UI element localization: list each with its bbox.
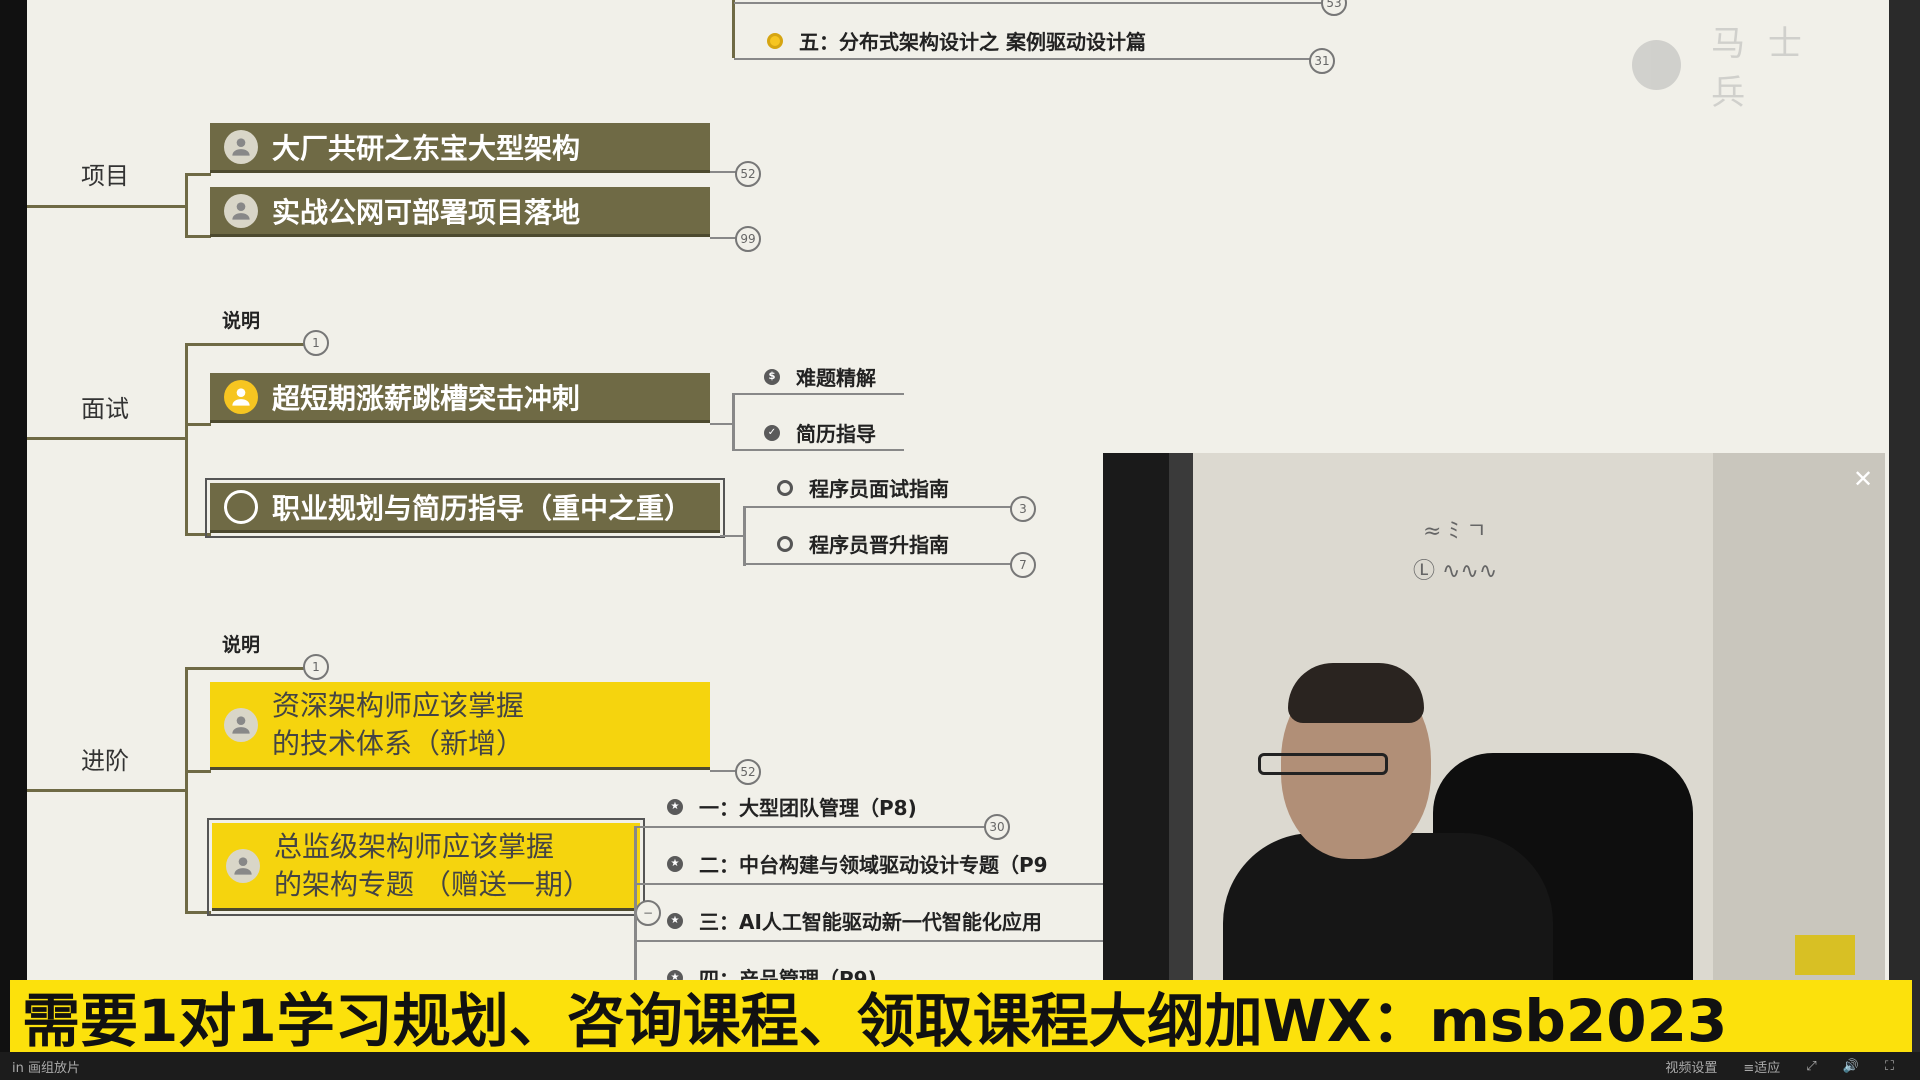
star-icon: ★: [667, 798, 683, 815]
promo-banner: 需要1对1学习规划、咨询课程、领取课程大纲加WX：msb2023: [10, 980, 1912, 1052]
fullscreen-icon[interactable]: ⛶: [1885, 1059, 1894, 1074]
star-icon: ★: [667, 855, 683, 872]
user-icon: [226, 848, 260, 883]
node-deployable-project[interactable]: 实战公网可部署项目落地: [210, 187, 710, 237]
node-senior-architect-tech[interactable]: 资深架构师应该掌握 的技术体系（新增）: [210, 682, 710, 770]
glasses: [1258, 753, 1388, 775]
note-label[interactable]: 说明: [222, 306, 260, 333]
person-body: [1223, 833, 1553, 985]
user-icon: [224, 129, 258, 164]
check-icon: ✓: [764, 424, 780, 441]
expand-icon[interactable]: ⤢: [1806, 1059, 1816, 1074]
sub-ai-applications[interactable]: ★ 三：AI人工智能驱动新一代智能化应用: [667, 906, 1042, 935]
collapse-toggle[interactable]: −: [635, 900, 661, 926]
note-label[interactable]: 说明: [222, 630, 260, 657]
status-text: in 画组放片: [12, 1060, 80, 1076]
count-badge: 53: [1321, 0, 1347, 16]
sub-middle-platform-ddd[interactable]: ★ 二：中台构建与领域驱动设计专题（P9: [667, 849, 1048, 878]
circle-icon: [224, 489, 258, 524]
scroll-edge: [1889, 0, 1920, 1052]
count-badge: 52: [735, 759, 761, 785]
dollar-icon: $: [764, 368, 780, 385]
fit-button[interactable]: ≡适应: [1743, 1057, 1780, 1076]
close-icon[interactable]: ✕: [1850, 465, 1876, 493]
topic-advanced[interactable]: 进阶: [81, 741, 129, 776]
sub-resume-guide[interactable]: ✓ 简历指导: [764, 418, 876, 447]
count-badge: 1: [303, 654, 329, 680]
node-director-architect-topics[interactable]: 总监级架构师应该掌握 的架构专题 （赠送一期）: [207, 818, 645, 916]
node-dongbao-architecture[interactable]: 大厂共研之东宝大型架构: [210, 123, 710, 173]
user-icon: [224, 193, 258, 228]
count-badge: 52: [735, 161, 761, 187]
video-settings-button[interactable]: 视频设置: [1665, 1057, 1717, 1076]
sub-hard-problems[interactable]: $ 难题精解: [764, 362, 876, 391]
play-icon: [1632, 40, 1682, 90]
user-icon: [224, 707, 258, 742]
brand-logo: 马 士 兵: [1632, 24, 1862, 113]
count-badge: 30: [984, 814, 1010, 840]
node-career-planning[interactable]: 职业规划与简历指导（重中之重）: [205, 478, 725, 538]
count-badge: 3: [1010, 496, 1036, 522]
node-short-term-sprint[interactable]: 超短期涨薪跳槽突击冲刺: [210, 373, 710, 423]
count-badge: 7: [1010, 552, 1036, 578]
player-bottom-bar: in 画组放片 视频设置 ≡适应 ⤢ 🔊 ⛶: [0, 1052, 1920, 1080]
sub-promotion-guide[interactable]: 程序员晋升指南: [777, 529, 949, 558]
circle-icon: [777, 535, 793, 552]
sub-team-management[interactable]: ★ 一：大型团队管理（P8): [667, 792, 917, 821]
count-badge: 31: [1309, 48, 1335, 74]
top-node-case-design[interactable]: 五：分布式架构设计之 案例驱动设计篇: [767, 26, 1146, 55]
count-badge: 1: [303, 330, 329, 356]
user-icon: [224, 379, 258, 414]
circle-icon: [777, 479, 793, 496]
webcam-video[interactable]: ≈ ﾐ ㄱ Ⓛ ∿∿∿: [1103, 453, 1885, 985]
sub-interview-guide[interactable]: 程序员面试指南: [777, 473, 949, 502]
count-badge: 99: [735, 226, 761, 252]
bulb-icon: [767, 32, 783, 49]
topic-interview[interactable]: 面试: [81, 389, 129, 424]
star-icon: ★: [667, 912, 683, 929]
volume-icon[interactable]: 🔊: [1843, 1059, 1859, 1074]
topic-project[interactable]: 项目: [81, 156, 129, 191]
